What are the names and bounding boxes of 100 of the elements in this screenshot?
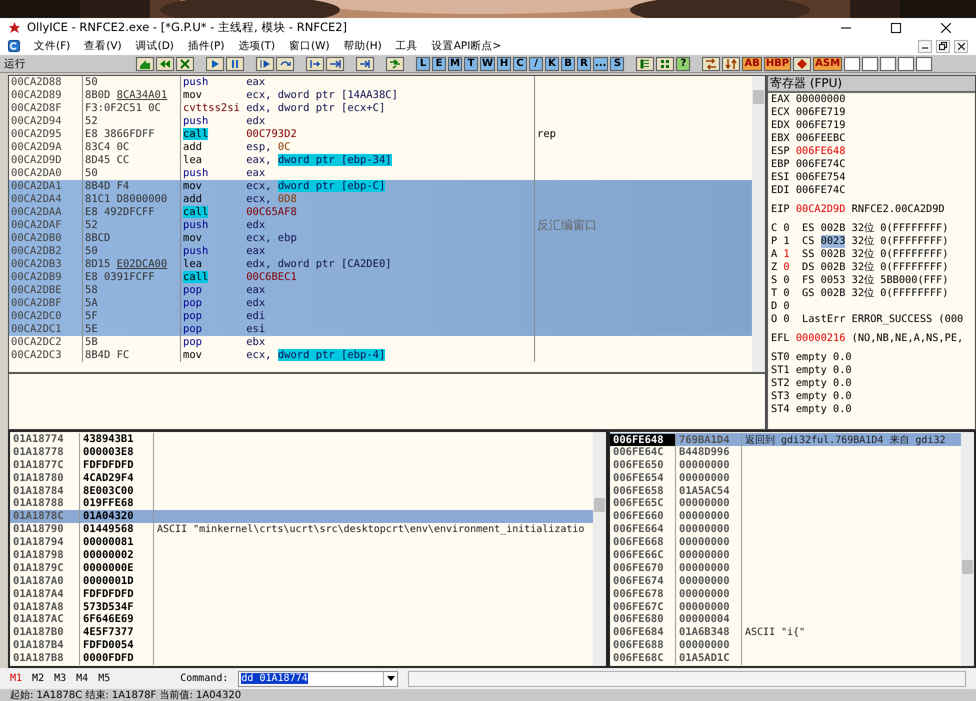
- stack-row[interactable]: 006FE654 00000000: [610, 472, 961, 485]
- stack-row[interactable]: 006FE678 00000000: [610, 588, 961, 601]
- flag-value[interactable]: 0: [783, 274, 790, 287]
- register-value[interactable]: 006FE74C: [796, 158, 846, 171]
- disassembly-row[interactable]: 00CA2D89 8B0D 8CA34A01 mov ecx, dword ptr [14AA38C]: [9, 89, 752, 102]
- toolbar-button[interactable]: /: [529, 56, 544, 70]
- dump-row[interactable]: 01A1879C 0000000E: [10, 562, 593, 575]
- disassembly-row[interactable]: 00CA2DAA E8 492DFCFF call 00C65AF8: [9, 206, 752, 219]
- toolbar-button[interactable]: M: [448, 56, 462, 70]
- disassembly-row[interactable]: 00CA2DC0 5F pop edi: [9, 310, 752, 323]
- disassembly-row[interactable]: 00CA2D9D 8D45 CC lea eax, dword ptr [ebp-34]: [9, 154, 752, 167]
- disassembly-row[interactable]: 00CA2DC1 5E pop esi: [9, 323, 752, 336]
- disassembly-row[interactable]: 00CA2DA1 8B4D F4 mov ecx, dword ptr [ebp-C]: [9, 180, 752, 193]
- dump-row[interactable]: 01A187AC 6F646E69: [10, 613, 593, 626]
- menu-item[interactable]: 查看(V): [84, 39, 122, 53]
- memory-tab[interactable]: M5: [98, 673, 110, 684]
- memory-tab[interactable]: M1: [10, 673, 22, 684]
- stack-row[interactable]: 006FE688 00000000: [610, 639, 961, 652]
- disassembly-row[interactable]: 00CA2DB2 50 push eax: [9, 245, 752, 258]
- register-value[interactable]: 006FE719: [796, 106, 846, 119]
- register-value[interactable]: 006FEEBC: [796, 132, 846, 145]
- menu-item[interactable]: 设置API断点>: [432, 39, 502, 53]
- toolbar-button[interactable]: HBP: [764, 56, 792, 70]
- disassembly-row[interactable]: 00CA2DBF 5A pop edx: [9, 297, 752, 310]
- segment-selector[interactable]: 002B: [820, 287, 846, 300]
- disassembly-row[interactable]: 00CA2D8F F3:0F2C51 0C cvttss2si edx, dword ptr [ecx+C]: [9, 102, 752, 115]
- dump-row[interactable]: 01A187B0 4E5F7377: [10, 626, 593, 640]
- dump-row[interactable]: 01A18778 000003E8: [10, 446, 593, 459]
- disassembly-row[interactable]: 00CA2DBE 58 pop eax: [9, 284, 752, 297]
- toolbar-button[interactable]: E: [432, 56, 446, 70]
- stack-row[interactable]: 006FE668 00000000: [610, 536, 961, 550]
- toolbar-button[interactable]: H: [497, 56, 512, 70]
- dump-row[interactable]: 01A187A4 FDFDFDFD: [10, 588, 593, 601]
- flag-value[interactable]: 0: [783, 313, 790, 326]
- dump-row[interactable]: 01A1877C FDFDFDFD: [10, 458, 593, 472]
- dump-row[interactable]: 01A187B8 0000FDFD: [10, 652, 593, 666]
- stack-row[interactable]: 006FE64C B448D996: [610, 446, 961, 459]
- register-value[interactable]: 006FE754: [796, 171, 846, 184]
- disassembly-row[interactable]: 00CA2DA4 81C1 D8000000 add ecx, 0D8: [9, 193, 752, 206]
- toolbar-button[interactable]: W: [480, 56, 496, 70]
- disassembly-row[interactable]: 00CA2DB3 8D15 E02DCA00 lea edx, dword ptr [CA2DE0]: [9, 258, 752, 271]
- toolbar-button[interactable]: T: [464, 56, 478, 70]
- disassembly-row[interactable]: 00CA2DAF 52 push edx 反汇编窗口: [9, 219, 752, 232]
- toolbar-button[interactable]: C: [513, 56, 528, 70]
- memory-tab[interactable]: M2: [32, 673, 44, 684]
- memory-tab[interactable]: M3: [54, 673, 66, 684]
- command-field[interactable]: dd 01A18774: [238, 670, 398, 686]
- menu-item[interactable]: 窗口(W): [289, 39, 330, 53]
- menu-item[interactable]: 文件(F): [34, 39, 70, 53]
- disassembly-row[interactable]: 00CA2D88 50 push eax: [9, 76, 752, 89]
- flag-value[interactable]: 1: [783, 248, 790, 261]
- register-value[interactable]: 00000000: [796, 93, 846, 106]
- toolbar-button[interactable]: AB: [742, 56, 762, 70]
- toolbar-button[interactable]: ...: [593, 56, 608, 70]
- menu-item[interactable]: 帮助(H): [344, 39, 382, 53]
- stack-row[interactable]: 006FE664 00000000: [610, 523, 961, 536]
- segment-selector[interactable]: 002B: [820, 248, 846, 261]
- stack-row[interactable]: 006FE660 00000000: [610, 510, 961, 524]
- register-value[interactable]: 00CA2D9D: [796, 203, 846, 216]
- disassembly-row[interactable]: 00CA2DB9 E8 0391FCFF call 00C6BEC1: [9, 271, 752, 284]
- segment-selector[interactable]: 0023: [820, 235, 846, 248]
- toolbar-button[interactable]: B: [561, 56, 576, 70]
- dump-row[interactable]: 01A187A8 573D534F: [10, 600, 593, 614]
- flag-value[interactable]: 0: [783, 222, 790, 235]
- dump-row[interactable]: 01A18774 438943B1: [10, 433, 593, 446]
- stack-row[interactable]: 006FE67C 00000000: [610, 600, 961, 614]
- stack-row[interactable]: 006FE674 00000000: [610, 574, 961, 588]
- flag-value[interactable]: 0: [783, 300, 790, 313]
- stack-row[interactable]: 006FE680 00000004: [610, 613, 961, 626]
- stack-row[interactable]: 006FE648 769BA1D4 返回到 gdi32ful.769BA1D4 来自 gdi32: [610, 433, 961, 446]
- dump-row[interactable]: 01A187B4 FDFD0054: [10, 639, 593, 652]
- dump-row[interactable]: 01A18780 4CAD29F4: [10, 472, 593, 485]
- menu-item[interactable]: 插件(P): [188, 39, 224, 53]
- menu-item[interactable]: 调试(D): [136, 39, 174, 53]
- stack-row[interactable]: 006FE65C 00000000: [610, 497, 961, 510]
- disassembly-row[interactable]: 00CA2DB0 8BCD mov ecx, ebp: [9, 232, 752, 245]
- register-value[interactable]: 0.0: [833, 351, 852, 364]
- toolbar-button[interactable]: L: [416, 56, 430, 70]
- register-value[interactable]: 006FE719: [796, 119, 846, 132]
- dump-row[interactable]: 01A18784 8E003C00: [10, 484, 593, 498]
- stack-row[interactable]: 006FE650 00000000: [610, 458, 961, 472]
- disassembly-row[interactable]: 00CA2DC3 8B4D FC mov ecx, dword ptr [ebp-4]: [9, 349, 752, 362]
- register-value[interactable]: 006FE74C: [796, 184, 846, 197]
- dump-row[interactable]: 01A1878C 01A04320: [10, 510, 593, 524]
- menu-item[interactable]: 选项(T): [238, 39, 276, 53]
- menu-item[interactable]: 工具: [396, 39, 418, 53]
- register-value[interactable]: 0.0: [833, 390, 852, 403]
- flag-value[interactable]: 0: [783, 261, 790, 274]
- register-value[interactable]: 0.0: [833, 364, 852, 377]
- disassembly-row[interactable]: 00CA2D95 E8 3866FDFF call 00C793D2 rep: [9, 128, 752, 141]
- flag-value[interactable]: 1: [783, 235, 790, 248]
- dump-row[interactable]: 01A187A0 0000001D: [10, 574, 593, 588]
- stack-row[interactable]: 006FE66C 00000000: [610, 549, 961, 562]
- dump-row[interactable]: 01A18790 01449568 ASCII "minkernel\crts\ucrt\src\desktopcrt\env\environment_initializatio: [10, 523, 593, 536]
- dump-row[interactable]: 01A18794 00000081: [10, 536, 593, 550]
- toolbar-button[interactable]: ASM: [813, 56, 842, 70]
- register-value[interactable]: 0.0: [833, 377, 852, 390]
- segment-selector[interactable]: 002B: [820, 222, 846, 235]
- stack-row[interactable]: 006FE68C 01A5AD1C: [610, 652, 961, 666]
- dump-row[interactable]: 01A18798 00000002: [10, 549, 593, 562]
